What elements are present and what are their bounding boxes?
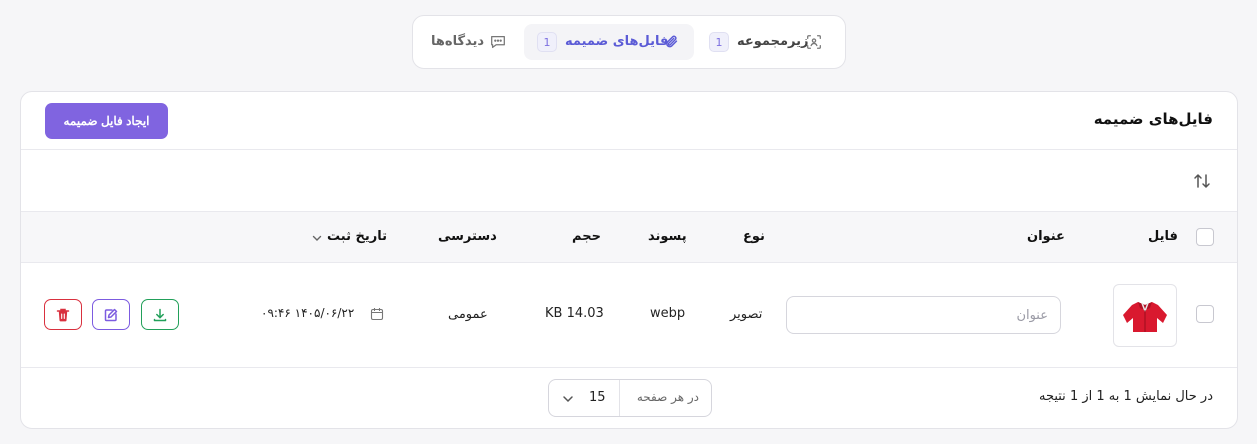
per-page-label: در هر صفحه [636,390,699,404]
table-header: فایل عنوان نوع پسوند حجم دسترسی تاریخ ثب… [21,211,1237,263]
select-all-checkbox[interactable] [1196,228,1214,246]
divider [21,211,1237,212]
trash-icon [56,308,70,321]
tab-comments-label: دیدگاه‌ها [431,34,485,49]
jacket-image [1123,301,1167,332]
calendar-icon [370,308,384,321]
download-button[interactable] [141,299,179,330]
edit-icon [104,308,118,321]
sort-icon[interactable] [1191,170,1213,192]
chevron-down-icon[interactable] [311,232,323,244]
divider [21,262,1237,263]
create-attachment-button[interactable]: ایجاد فایل ضمیمه [45,103,168,139]
tabs-bar: دیدگاه‌ها 1 فایل‌های ضمیمه 1 زیرمجموعه [412,15,846,69]
download-icon [153,308,167,321]
header-created[interactable]: تاریخ ثبت [327,229,387,244]
tab-attachments-count: 1 [537,32,557,52]
header-extension: پسوند [648,229,687,244]
pagination-summary: در حال نمایش 1 به 1 از 1 نتیجه [1038,389,1213,404]
tab-subcategory-count: 1 [709,32,729,52]
row-checkbox[interactable] [1196,305,1214,323]
tab-attachments-label: فایل‌های ضمیمه [565,34,669,49]
header-file: فایل [1148,229,1178,244]
header-access: دسترسی [438,229,497,244]
divider [21,367,1237,368]
comment-icon [491,35,505,49]
tab-comments[interactable]: دیدگاه‌ها [427,24,517,60]
header-type: نوع [743,229,765,244]
edit-button[interactable] [92,299,130,330]
per-page-value: 15 [589,390,606,405]
card-title: فایل‌های ضمیمه [1093,110,1213,128]
row-created-date: ۱۴۰۵/۰۶/۲۲ ۰۹:۴۶ [261,306,355,320]
delete-button[interactable] [44,299,82,330]
row-extension: webp [650,306,686,321]
tab-subcategory-label: زیرمجموعه [737,34,809,49]
focus-icon [807,35,821,49]
chevron-down-icon [563,396,573,403]
header-size: حجم [572,229,601,244]
header-title: عنوان [1027,229,1065,244]
row-title-input[interactable] [786,296,1061,334]
row-size: KB 14.03 [545,306,604,321]
row-access: عمومی [448,307,488,322]
file-thumbnail[interactable] [1113,284,1177,347]
row-type: تصویر [730,307,763,322]
paperclip-icon [666,35,678,48]
attachments-card: فایل‌های ضمیمه ایجاد فایل ضمیمه فایل عنو… [20,91,1238,429]
divider [21,149,1237,150]
divider [619,380,620,416]
tab-attachments[interactable]: 1 فایل‌های ضمیمه [524,24,694,60]
tab-subcategory[interactable]: 1 زیرمجموعه [703,24,833,60]
per-page-select[interactable]: در هر صفحه 15 [548,379,712,417]
